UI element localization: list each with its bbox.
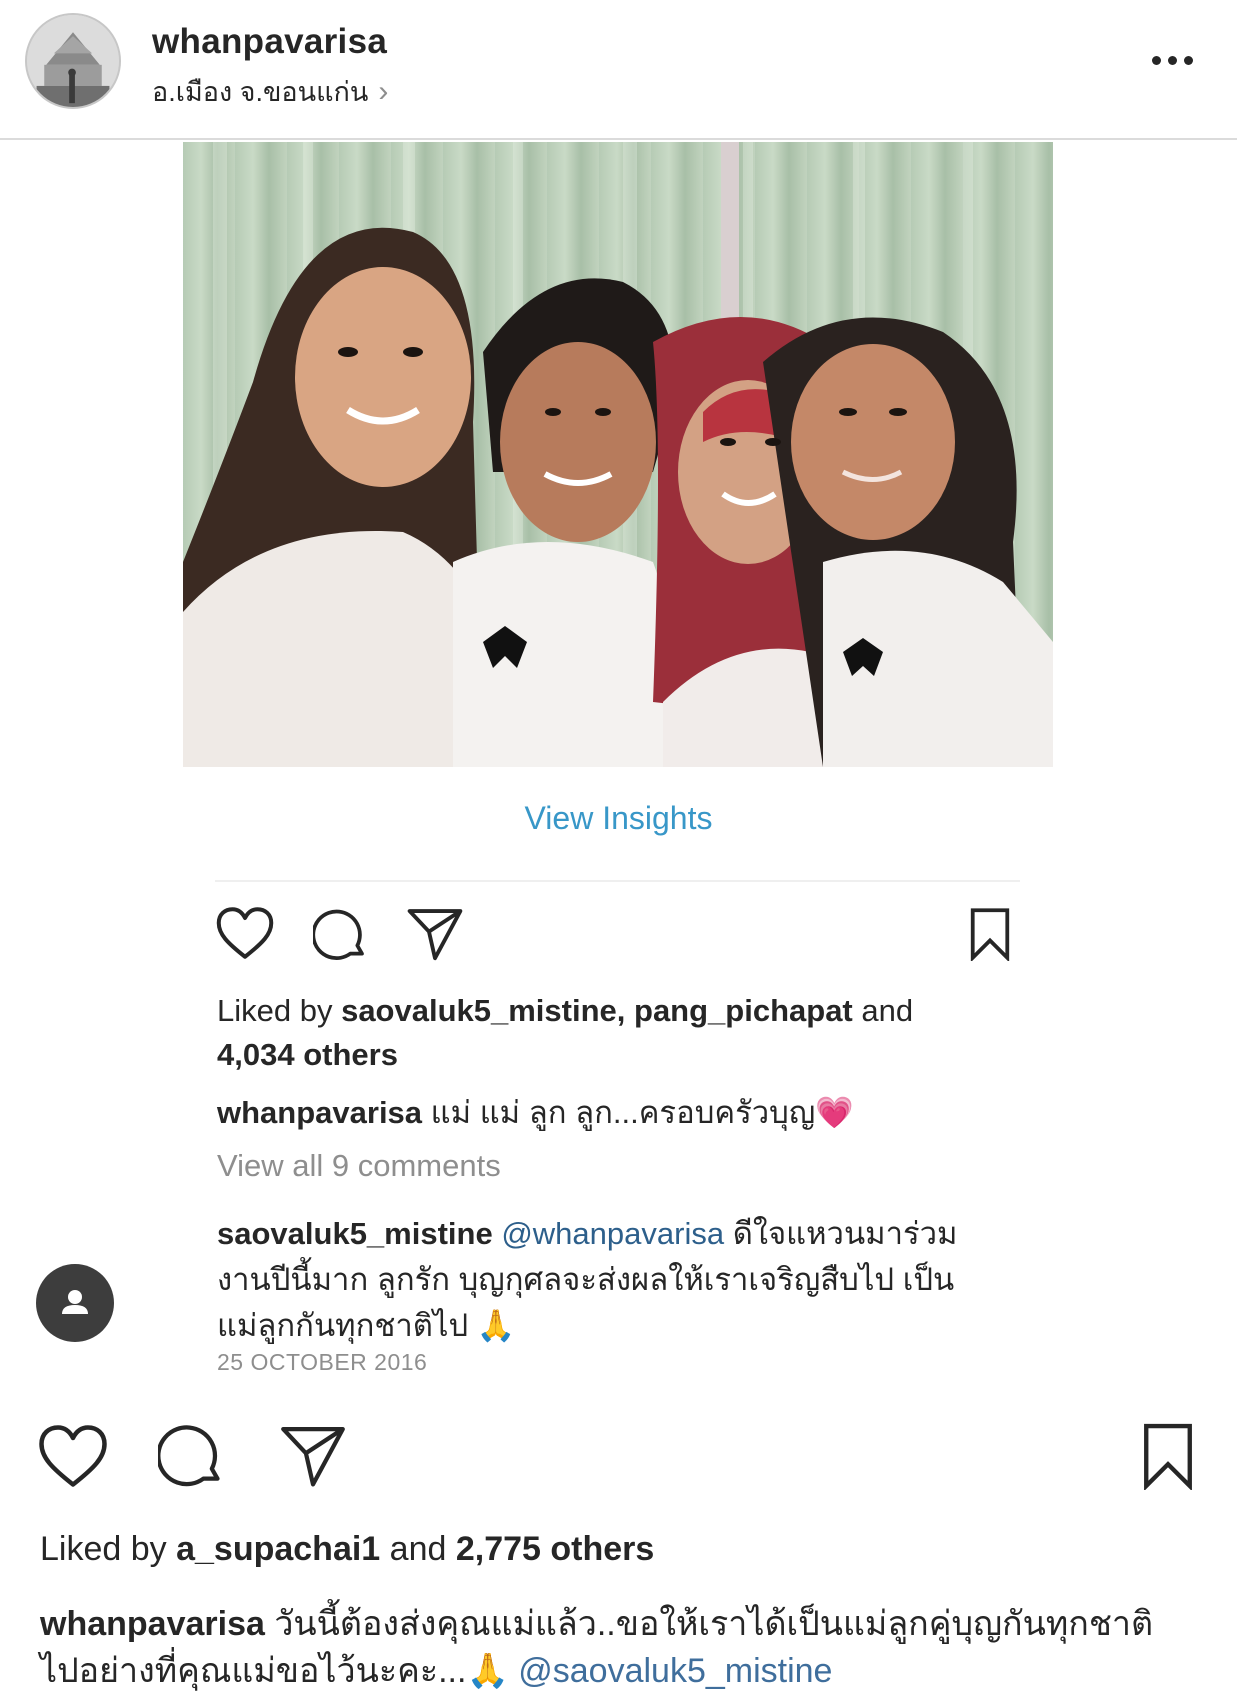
outer-caption-line2: ไปอย่างที่คุณแม่ขอไว้นะคะ...🙏 @saovaluk5… bbox=[40, 1643, 832, 1693]
header-location[interactable]: อ.เมือง จ.ขอนแก่น › bbox=[152, 70, 388, 113]
likes-prefix: Liked by bbox=[217, 993, 342, 1028]
outer-heart-icon[interactable] bbox=[37, 1423, 109, 1489]
liked-users[interactable]: saovaluk5_mistine, pang_pichapat bbox=[341, 993, 853, 1028]
outer-caption-username[interactable]: whanpavarisa bbox=[40, 1605, 265, 1643]
view-insights-link[interactable]: View Insights bbox=[0, 800, 1237, 837]
profile-avatar[interactable] bbox=[25, 13, 121, 109]
post-date: 25 OCTOBER 2016 bbox=[217, 1349, 428, 1375]
inner-caption: whanpavarisa แม่ แม่ ลูก ลูก...ครอบครัวบ… bbox=[217, 1087, 854, 1137]
likes-and: and bbox=[852, 993, 914, 1028]
divider bbox=[215, 880, 1020, 882]
outer-likes-and: and bbox=[380, 1530, 456, 1568]
tagged-people-button[interactable] bbox=[36, 1264, 114, 1342]
outer-caption-text-1: วันนี้ต้องส่งคุณแม่แล้ว..ขอให้เราได้เป็น… bbox=[264, 1605, 1154, 1643]
inner-likes: Liked by saovaluk5_mistine, pang_pichapa… bbox=[217, 993, 913, 1029]
caption-username[interactable]: whanpavarisa bbox=[217, 1095, 422, 1130]
outer-caption-mention[interactable]: @saovaluk5_mistine bbox=[509, 1652, 832, 1690]
comment-text-1: ดีใจแหวนมาร่วม bbox=[724, 1216, 958, 1251]
outer-pray-emoji: 🙏 bbox=[466, 1652, 509, 1690]
caption-text: แม่ แม่ ลูก ลูก...ครอบครัวบุญ bbox=[422, 1095, 816, 1130]
comment-mention[interactable]: @whanpavarisa bbox=[493, 1216, 724, 1251]
chevron-right-icon: › bbox=[378, 74, 389, 108]
view-all-comments-link[interactable]: View all 9 comments bbox=[217, 1148, 501, 1184]
location-label: อ.เมือง จ.ขอนแก่น bbox=[152, 77, 369, 107]
pray-emoji: 🙏 bbox=[476, 1308, 516, 1343]
comment-username[interactable]: saovaluk5_mistine bbox=[217, 1216, 493, 1251]
outer-likes-count[interactable]: 2,775 others bbox=[456, 1530, 654, 1568]
comment-text-3: แม่ลูกกันทุกชาติไป bbox=[217, 1308, 469, 1343]
person-icon bbox=[62, 1290, 88, 1314]
outer-caption-text-2: ไปอย่างที่คุณแม่ขอไว้นะคะ... bbox=[40, 1652, 467, 1690]
outer-caption-line1: whanpavarisa วันนี้ต้องส่งคุณแม่แล้ว..ขอ… bbox=[40, 1596, 1153, 1650]
comment-text-2: งานปีนี้มาก ลูกรัก บุญกุศลจะส่งผลให้เราเ… bbox=[217, 1262, 955, 1297]
inner-comment-line1: saovaluk5_mistine @whanpavarisa ดีใจแหวน… bbox=[217, 1208, 957, 1258]
outer-liked-user[interactable]: a_supachai1 bbox=[176, 1530, 380, 1568]
bookmark-icon[interactable] bbox=[968, 907, 1012, 961]
inner-likes-count[interactable]: 4,034 others bbox=[217, 1037, 398, 1073]
outer-bookmark-icon[interactable] bbox=[1140, 1422, 1196, 1490]
outer-likes: Liked by a_supachai1 and 2,775 others bbox=[40, 1530, 654, 1569]
more-options-icon[interactable] bbox=[1147, 45, 1197, 75]
outer-likes-prefix: Liked by bbox=[40, 1530, 177, 1568]
heart-icon[interactable] bbox=[215, 905, 275, 961]
post-photo bbox=[183, 142, 1053, 767]
group-photo bbox=[183, 142, 1053, 767]
comment-icon[interactable] bbox=[313, 907, 369, 963]
inner-comment-line3: แม่ลูกกันทุกชาติไป 🙏 bbox=[217, 1300, 515, 1350]
post-header: whanpavarisa อ.เมือง จ.ขอนแก่น › bbox=[0, 0, 1237, 140]
header-username[interactable]: whanpavarisa bbox=[152, 22, 387, 62]
outer-comment-icon[interactable] bbox=[158, 1422, 226, 1490]
temple-photo-icon bbox=[27, 15, 119, 107]
outer-share-icon[interactable] bbox=[277, 1422, 349, 1490]
share-icon[interactable] bbox=[405, 905, 465, 963]
heart-emoji: 💗 bbox=[815, 1095, 854, 1130]
